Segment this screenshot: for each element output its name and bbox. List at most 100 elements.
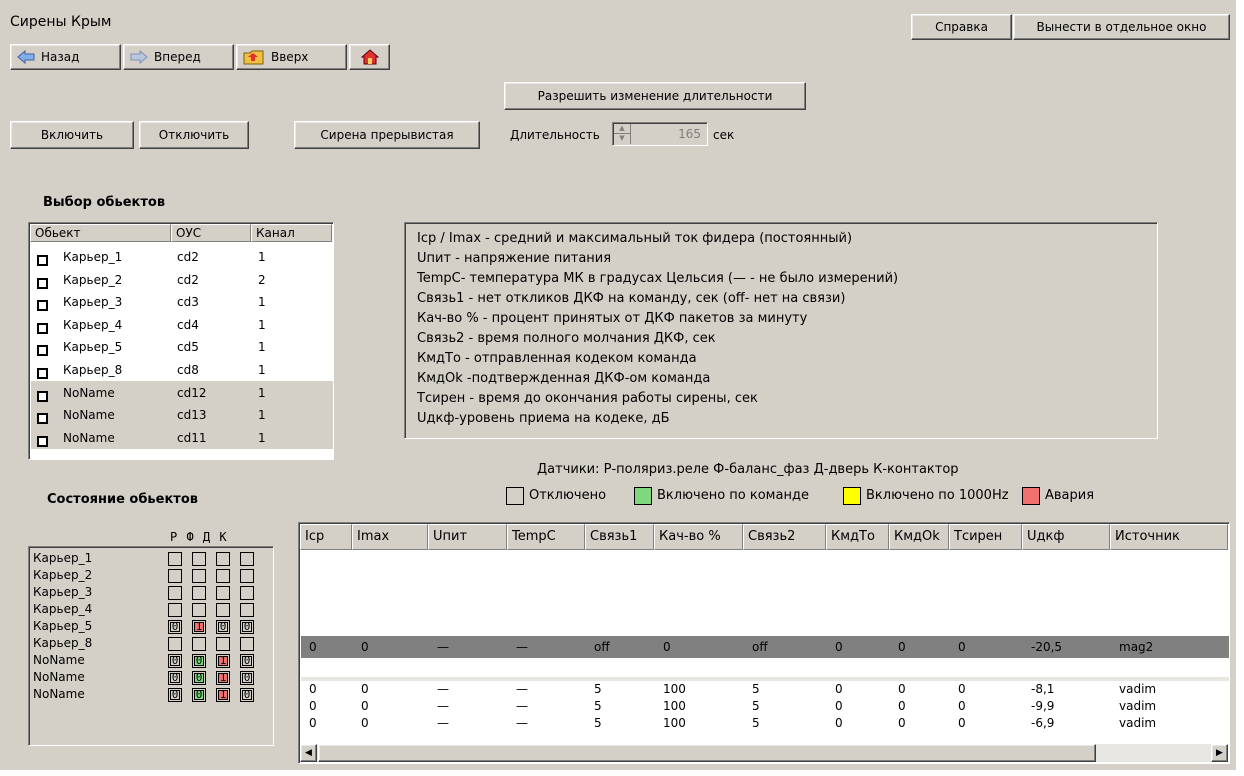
up-button[interactable]: Вверх bbox=[236, 44, 347, 70]
scroll-thumb[interactable] bbox=[318, 744, 1096, 762]
object-name: NoName bbox=[63, 385, 115, 400]
object-channel: 1 bbox=[258, 363, 266, 377]
object-checkbox[interactable] bbox=[37, 277, 48, 289]
sensor-cell bbox=[192, 586, 206, 600]
grid-cell: 0 bbox=[898, 699, 906, 713]
grid-cell: 0 bbox=[663, 640, 671, 654]
object-row[interactable]: Карьер_1 cd2 1 bbox=[31, 245, 333, 268]
col-channel[interactable]: Канал bbox=[251, 224, 332, 242]
grid-col-header[interactable]: TempC bbox=[507, 524, 585, 550]
grid-col-header[interactable]: Тсирен bbox=[949, 524, 1022, 550]
home-button[interactable] bbox=[349, 44, 390, 70]
object-checkbox[interactable] bbox=[37, 255, 48, 266]
grid-col-header[interactable]: Кач-во % bbox=[654, 524, 743, 550]
spin-down-icon[interactable]: ▼ bbox=[614, 133, 630, 143]
detach-window-button[interactable]: Вынести в отдельное окно bbox=[1013, 14, 1230, 40]
state-object-name: Карьер_4 bbox=[33, 602, 93, 616]
grid-col-header[interactable]: КмдOk bbox=[889, 524, 949, 550]
status-label: Включено по 1000Hz bbox=[866, 488, 1009, 503]
sensor-cell bbox=[216, 603, 230, 617]
legend-line: Тсирен - время до окончания работы сирен… bbox=[417, 391, 758, 406]
sensor-cell: 0 bbox=[168, 654, 182, 668]
allow-duration-change-button[interactable]: Разрешить изменение длительности bbox=[504, 82, 806, 110]
duration-input[interactable]: 165 bbox=[678, 127, 701, 141]
legend-line: КмдOk -подтвержденная ДКФ-ом команда bbox=[417, 371, 711, 386]
sensor-cell: 0 bbox=[168, 688, 182, 702]
status-label: Включено по команде bbox=[657, 488, 809, 503]
back-button[interactable]: Назад bbox=[10, 44, 121, 70]
forward-button[interactable]: Вперед bbox=[123, 44, 234, 70]
object-checkbox[interactable] bbox=[37, 413, 48, 425]
object-ous: cd2 bbox=[177, 272, 199, 287]
grid-cell: 0 bbox=[835, 640, 843, 654]
status-label: Отключено bbox=[529, 488, 607, 503]
legend-line: КмдТо - отправленная кодеком команда bbox=[417, 351, 697, 366]
sensor-cell: 0 bbox=[168, 671, 182, 685]
grid-cell: 0 bbox=[361, 699, 369, 713]
grid-col-header[interactable]: Uдкф bbox=[1022, 524, 1110, 550]
object-row[interactable]: Карьер_3 cd3 1 bbox=[31, 290, 333, 313]
help-button[interactable]: Справка bbox=[911, 14, 1012, 40]
grid-cell: -8,1 bbox=[1031, 682, 1055, 696]
object-checkbox[interactable] bbox=[37, 345, 48, 357]
scroll-left-icon[interactable]: ◀ bbox=[300, 744, 317, 762]
state-object-name: NoName bbox=[33, 653, 85, 667]
grid-col-header[interactable]: Связь1 bbox=[585, 524, 654, 550]
sensor-cell bbox=[240, 637, 254, 651]
scroll-right-icon[interactable]: ▶ bbox=[1211, 744, 1228, 762]
grid-col-header[interactable]: Связь2 bbox=[743, 524, 826, 550]
object-checkbox[interactable] bbox=[37, 435, 48, 447]
sensor-cell bbox=[192, 637, 206, 651]
horizontal-scrollbar[interactable]: ◀ ▶ bbox=[300, 744, 1228, 762]
object-checkbox[interactable] bbox=[37, 390, 48, 402]
object-name: NoName bbox=[63, 408, 115, 423]
grid-cell: -20,5 bbox=[1031, 640, 1063, 654]
grid-cell: 0 bbox=[309, 716, 317, 730]
object-row[interactable]: Карьер_2 cd2 2 bbox=[31, 268, 333, 291]
object-row[interactable]: NoName cd12 1 bbox=[31, 380, 333, 404]
status-swatch bbox=[843, 487, 861, 505]
sensor-cell bbox=[168, 586, 182, 600]
grid-row[interactable]: 0 0 — — off 0 off 0 0 0 -20,5 mag2 bbox=[301, 636, 1229, 658]
back-label: Назад bbox=[41, 50, 80, 64]
arrow-left-icon bbox=[17, 50, 35, 64]
legend-line: Icp / Imax - средний и максимальный ток … bbox=[417, 231, 853, 246]
legend-line: Uпит - напряжение питания bbox=[417, 251, 612, 266]
object-row[interactable]: NoName cd13 1 bbox=[31, 403, 333, 427]
grid-col-header[interactable]: Icp bbox=[300, 524, 352, 550]
sensor-cell bbox=[168, 637, 182, 651]
object-row[interactable]: Карьер_5 cd5 1 bbox=[31, 335, 333, 358]
object-checkbox[interactable] bbox=[37, 322, 48, 334]
object-checkbox[interactable] bbox=[37, 300, 48, 312]
grid-cell: — bbox=[516, 682, 528, 696]
grid-col-header[interactable]: Uпит bbox=[428, 524, 507, 550]
grid-cell: 5 bbox=[594, 699, 602, 713]
grid-col-header[interactable]: Imax bbox=[352, 524, 428, 550]
grid-col-header[interactable]: Источник bbox=[1110, 524, 1228, 550]
object-channel: 1 bbox=[258, 430, 266, 445]
grid-cell: 0 bbox=[898, 682, 906, 696]
object-row[interactable]: Карьер_4 cd4 1 bbox=[31, 313, 333, 336]
grid-cell: — bbox=[437, 716, 449, 730]
sensor-cell: 0 bbox=[216, 620, 230, 634]
object-row[interactable]: Карьер_8 cd8 1 bbox=[31, 358, 333, 381]
turn-on-button[interactable]: Включить bbox=[10, 121, 134, 149]
object-checkbox[interactable] bbox=[37, 368, 48, 379]
col-ous[interactable]: ОУС bbox=[171, 224, 251, 242]
home-icon bbox=[360, 49, 379, 65]
grid-cell: 0 bbox=[361, 682, 369, 696]
object-row[interactable]: NoName cd11 1 bbox=[31, 425, 333, 449]
col-object[interactable]: Обьект bbox=[30, 224, 171, 242]
grid-cell: 0 bbox=[958, 699, 966, 713]
turn-off-button[interactable]: Отключить bbox=[139, 121, 249, 149]
sensor-cell bbox=[216, 552, 230, 566]
grid-row[interactable]: 0 0— —5 100 5 0 0 0 -6,9 vadim bbox=[301, 715, 1229, 735]
grid-cell: 0 bbox=[898, 640, 906, 654]
spin-up-icon[interactable]: ▲ bbox=[614, 124, 630, 133]
sensor-cell bbox=[192, 603, 206, 617]
grid-col-header[interactable]: КмдТо bbox=[826, 524, 889, 550]
grid-cell: 0 bbox=[361, 716, 369, 730]
spinner-buttons[interactable]: ▲ ▼ bbox=[614, 124, 631, 144]
sensor-cell bbox=[240, 603, 254, 617]
siren-intermittent-button[interactable]: Сирена прерывистая bbox=[294, 121, 480, 149]
